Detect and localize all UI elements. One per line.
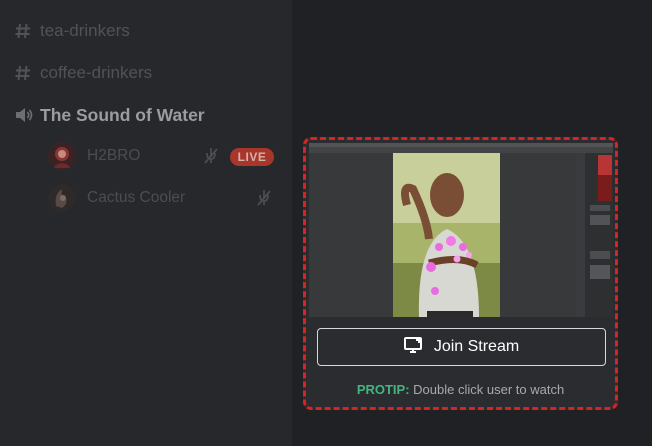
channel-tea-drinkers[interactable]: tea-drinkers — [14, 16, 130, 46]
protip-tag: PROTIP: — [356, 382, 410, 397]
voice-user-h2bro[interactable]: H2BRO — [48, 140, 140, 172]
protip-text: PROTIP: Double click user to watch — [306, 382, 615, 397]
deafened-icon — [256, 189, 272, 212]
hash-icon — [14, 64, 40, 82]
voice-user-cactus-cooler[interactable]: Cactus Cooler — [48, 182, 185, 214]
hash-icon — [14, 22, 40, 40]
channel-label: coffee-drinkers — [40, 63, 153, 82]
voice-channel-label: The Sound of Water — [40, 104, 205, 125]
deafened-icon — [203, 147, 219, 170]
avatar — [48, 142, 76, 170]
join-stream-button[interactable]: Join Stream — [317, 328, 606, 366]
screen-share-icon — [403, 336, 426, 359]
join-stream-label: Join Stream — [433, 338, 520, 355]
stream-preview-popout: Join Stream PROTIP: Double click user to… — [303, 137, 618, 410]
avatar — [48, 184, 76, 212]
live-badge: LIVE — [230, 148, 274, 166]
stream-preview-thumbnail[interactable] — [309, 143, 613, 317]
protip-message: Double click user to watch — [409, 382, 565, 397]
voice-user-name: Cactus Cooler — [87, 189, 186, 206]
voice-channel-the-sound-of-water[interactable]: The Sound of Water — [14, 100, 205, 130]
voice-user-name: H2BRO — [87, 147, 141, 164]
channel-label: tea-drinkers — [40, 21, 130, 40]
channel-sidebar: tea-drinkers coffee-drinkers The Sound o… — [0, 0, 292, 446]
channel-coffee-drinkers[interactable]: coffee-drinkers — [14, 58, 152, 88]
speaker-icon — [14, 106, 40, 124]
